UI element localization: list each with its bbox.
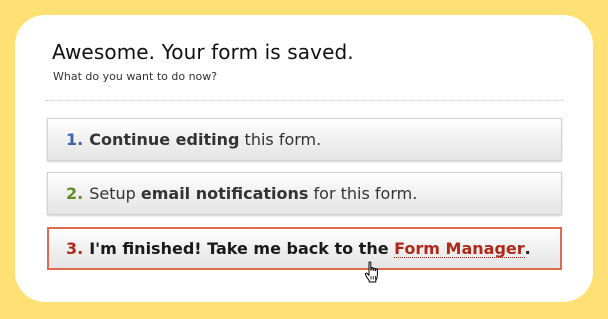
finished-option[interactable]: 3. I'm finished! Take me back to the For… — [47, 227, 562, 270]
option-number: 2. — [66, 184, 84, 203]
option-text: . — [524, 239, 531, 258]
option-number: 1. — [66, 130, 84, 149]
dialog-title: Awesome. Your form is saved. — [52, 40, 354, 64]
saved-dialog: Awesome. Your form is saved. What do you… — [15, 15, 593, 302]
email-notifications-option[interactable]: 2. Setup email notifications for this fo… — [47, 172, 562, 215]
option-text: this form. — [239, 130, 322, 149]
dialog-subtitle: What do you want to do now? — [53, 70, 218, 83]
divider — [46, 100, 564, 101]
option-text: I'm finished! Take me back to the — [89, 239, 395, 258]
option-bold-text: email notifications — [140, 184, 309, 203]
continue-editing-option[interactable]: 1. Continue editing this form. — [47, 118, 562, 161]
form-manager-link[interactable]: Form Manager — [394, 240, 525, 258]
hand-pointer-icon — [364, 261, 378, 283]
option-text: for this form. — [308, 184, 418, 203]
option-bold-text: Continue editing — [89, 130, 240, 149]
option-number: 3. — [66, 239, 84, 258]
option-text: Setup — [89, 184, 141, 203]
